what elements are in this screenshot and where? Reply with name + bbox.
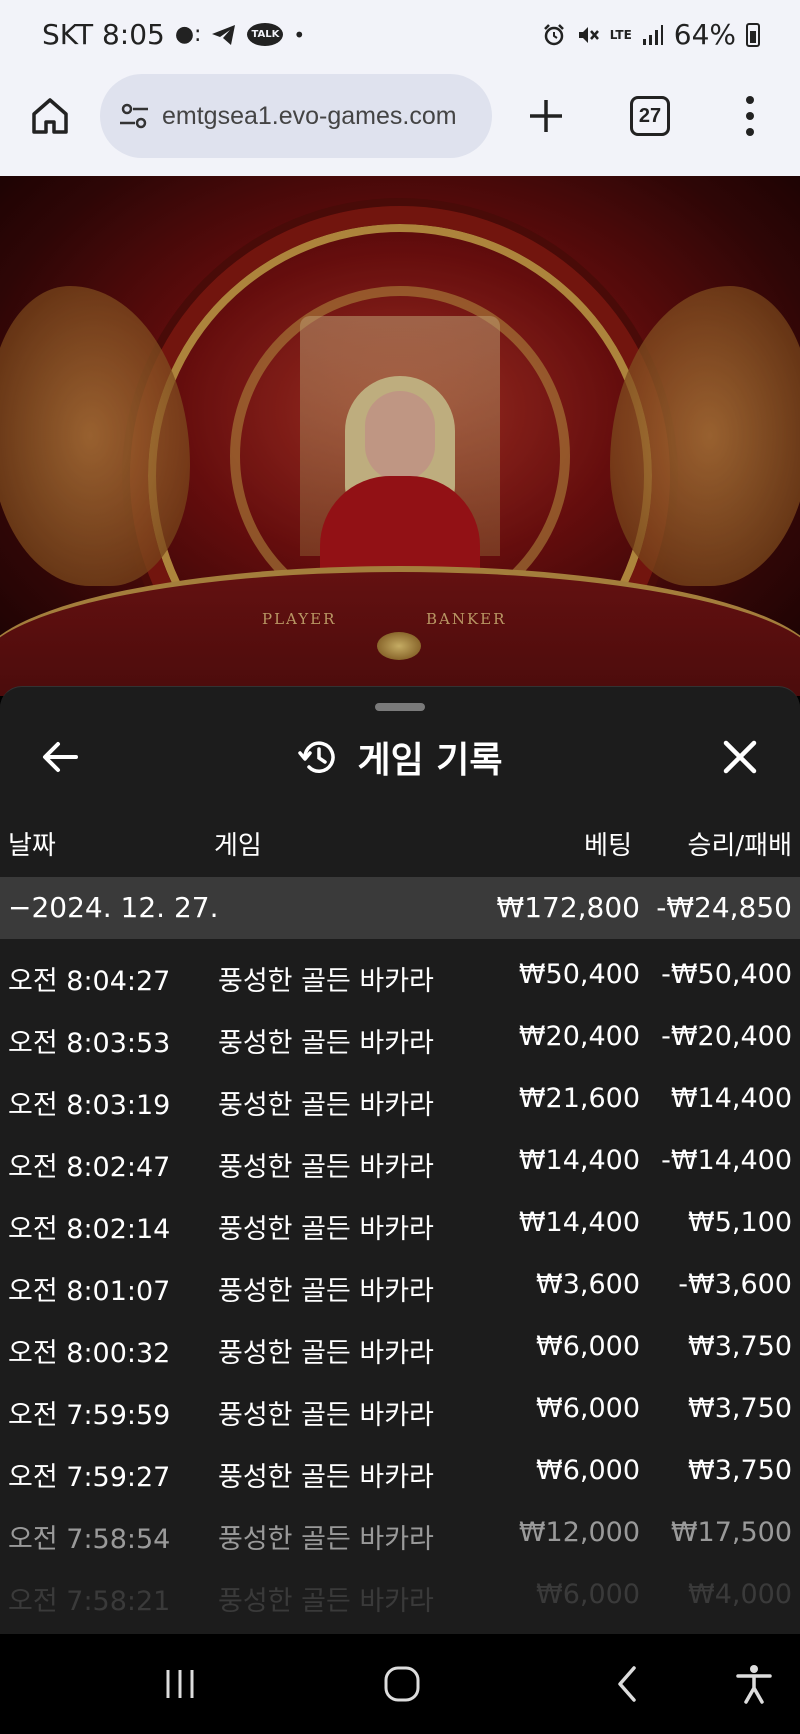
row-time: 오전 8:02:47 xyxy=(8,1152,171,1183)
carrier-time: SKT 8:05 xyxy=(42,18,165,51)
history-row[interactable]: 오전 8:04:27 풍성한 골든 바카라 ₩50,400 -₩50,400 xyxy=(0,939,800,1001)
row-bet: ₩14,400 xyxy=(518,1145,640,1176)
live-video-feed[interactable]: PLAYER BANKER xyxy=(0,176,800,696)
history-row[interactable]: 오전 8:02:14 풍성한 골든 바카라 ₩14,400 ₩5,100 xyxy=(0,1187,800,1249)
sheet-header: 게임 기록 xyxy=(0,731,800,783)
row-bet: ₩21,600 xyxy=(518,1083,640,1114)
history-row[interactable]: 오전 8:00:32 풍성한 골든 바카라 ₩6,000 ₩3,750 xyxy=(0,1311,800,1373)
column-header-date: 날짜 xyxy=(8,831,56,861)
talk-icon: TALK xyxy=(247,23,284,46)
row-win-loss: ₩17,500 xyxy=(670,1517,792,1548)
accessibility-icon[interactable] xyxy=(732,1662,776,1706)
row-time: 오전 8:03:19 xyxy=(8,1090,171,1121)
lte-icon: LTE xyxy=(609,27,632,42)
signal-icon xyxy=(642,24,663,45)
row-game: 풍성한 골든 바카라 xyxy=(218,1028,434,1059)
dot-icon: • xyxy=(293,22,306,47)
sheet-title: 게임 기록 xyxy=(357,740,503,781)
column-header-bet: 베팅 xyxy=(584,831,632,861)
status-left: SKT 8:05 ●: TALK • xyxy=(42,18,305,51)
row-bet: ₩20,400 xyxy=(518,1021,640,1052)
row-win-loss: -₩3,600 xyxy=(678,1269,792,1300)
history-row[interactable]: 오전 7:58:54 풍성한 골든 바카라 ₩12,000 ₩17,500 xyxy=(0,1497,800,1559)
row-game: 풍성한 골든 바카라 xyxy=(218,1586,434,1617)
date-group-summary-row[interactable]: −2024. 12. 27. ₩172,800 -₩24,850 xyxy=(0,877,800,939)
mute-icon xyxy=(578,26,599,43)
url-text[interactable]: emtgsea1.evo-games.com xyxy=(162,102,457,131)
column-header-win-loss: 승리/패배 xyxy=(687,831,792,861)
row-game: 풍성한 골든 바카라 xyxy=(218,1338,434,1369)
tab-switcher-button[interactable]: 27 xyxy=(630,96,670,136)
history-row[interactable]: 오전 8:01:07 풍성한 골든 바카라 ₩3,600 -₩3,600 xyxy=(0,1249,800,1311)
sheet-drag-handle[interactable] xyxy=(375,703,425,711)
history-row[interactable]: 오전 8:03:53 풍성한 골든 바카라 ₩20,400 -₩20,400 xyxy=(0,1001,800,1063)
column-header-game: 게임 xyxy=(214,831,262,861)
row-bet: ₩6,000 xyxy=(536,1579,640,1610)
row-time: 오전 8:00:32 xyxy=(8,1338,171,1369)
home-button[interactable] xyxy=(28,94,72,138)
row-time: 오전 7:59:59 xyxy=(8,1400,171,1431)
summary-date: −2024. 12. 27. xyxy=(8,891,219,924)
row-game: 풍성한 골든 바카라 xyxy=(218,966,434,997)
row-game: 풍성한 골든 바카라 xyxy=(218,1214,434,1245)
row-time: 오전 8:03:53 xyxy=(8,1028,171,1059)
row-win-loss: -₩14,400 xyxy=(661,1145,792,1176)
row-time: 오전 8:04:27 xyxy=(8,966,171,997)
system-nav-bar xyxy=(0,1634,800,1734)
row-game: 풍성한 골든 바카라 xyxy=(218,1152,434,1183)
new-tab-button[interactable] xyxy=(524,94,568,138)
row-time: 오전 8:02:14 xyxy=(8,1214,171,1245)
row-bet: ₩12,000 xyxy=(518,1517,640,1548)
row-win-loss: ₩5,100 xyxy=(688,1207,792,1238)
back-nav-button[interactable] xyxy=(606,1662,650,1706)
row-bet: ₩6,000 xyxy=(536,1331,640,1362)
history-row[interactable]: 오전 7:59:27 풍성한 골든 바카라 ₩6,000 ₩3,750 xyxy=(0,1435,800,1497)
summary-bet: ₩172,800 xyxy=(496,891,640,924)
row-win-loss: ₩14,400 xyxy=(670,1083,792,1114)
history-row[interactable]: 오전 7:59:59 풍성한 골든 바카라 ₩6,000 ₩3,750 xyxy=(0,1373,800,1435)
video-dim-overlay xyxy=(0,176,800,696)
site-settings-icon[interactable] xyxy=(116,98,152,134)
row-win-loss: -₩20,400 xyxy=(661,1021,792,1052)
close-icon[interactable] xyxy=(716,733,764,781)
row-game: 풍성한 골든 바카라 xyxy=(218,1400,434,1431)
history-rows: 오전 8:04:27 풍성한 골든 바카라 ₩50,400 -₩50,400 오전 8:… xyxy=(0,939,800,1621)
row-bet: ₩50,400 xyxy=(518,959,640,990)
alarm-icon xyxy=(543,23,564,45)
status-right: LTE 64% xyxy=(542,18,760,51)
row-bet: ₩6,000 xyxy=(536,1393,640,1424)
row-bet: ₩14,400 xyxy=(518,1207,640,1238)
address-bar[interactable]: emtgsea1.evo-games.com xyxy=(100,74,492,158)
history-row[interactable]: 오전 8:03:19 풍성한 골든 바카라 ₩21,600 ₩14,400 xyxy=(0,1063,800,1125)
row-game: 풍성한 골든 바카라 xyxy=(218,1524,434,1555)
battery-level: 64% xyxy=(673,18,736,51)
row-bet: ₩3,600 xyxy=(536,1269,640,1300)
more-menu-button[interactable] xyxy=(740,94,760,138)
row-time: 오전 7:58:54 xyxy=(8,1524,171,1555)
row-win-loss: ₩3,750 xyxy=(688,1393,792,1424)
history-row[interactable]: 오전 7:58:21 풍성한 골든 바카라 ₩6,000 ₩4,000 xyxy=(0,1559,800,1621)
recent-apps-button[interactable] xyxy=(158,1662,202,1706)
battery-icon xyxy=(746,22,760,47)
row-bet: ₩6,000 xyxy=(536,1455,640,1486)
row-time: 오전 8:01:07 xyxy=(8,1276,171,1307)
row-game: 풍성한 골든 바카라 xyxy=(218,1276,434,1307)
row-win-loss: -₩50,400 xyxy=(661,959,792,990)
history-row[interactable]: 오전 8:02:47 풍성한 골든 바카라 ₩14,400 -₩14,400 xyxy=(0,1125,800,1187)
home-nav-button[interactable] xyxy=(380,1662,424,1706)
camera-dot-icon: ●: xyxy=(174,22,202,47)
history-icon xyxy=(298,741,336,773)
summary-win-loss: -₩24,850 xyxy=(656,891,792,924)
row-win-loss: ₩3,750 xyxy=(688,1455,792,1486)
row-time: 오전 7:59:27 xyxy=(8,1462,171,1493)
status-bar: SKT 8:05 ●: TALK • LTE 64% xyxy=(0,0,800,72)
telegram-icon xyxy=(212,24,236,45)
row-time: 오전 7:58:21 xyxy=(8,1586,171,1617)
row-win-loss: ₩3,750 xyxy=(688,1331,792,1362)
game-history-sheet: 게임 기록 날짜 게임 베팅 승리/패배 −2024. 12. 27. ₩172… xyxy=(0,686,800,1634)
browser-toolbar: emtgsea1.evo-games.com 27 xyxy=(0,72,800,176)
row-game: 풍성한 골든 바카라 xyxy=(218,1090,434,1121)
row-win-loss: ₩4,000 xyxy=(688,1579,792,1610)
row-game: 풍성한 골든 바카라 xyxy=(218,1462,434,1493)
